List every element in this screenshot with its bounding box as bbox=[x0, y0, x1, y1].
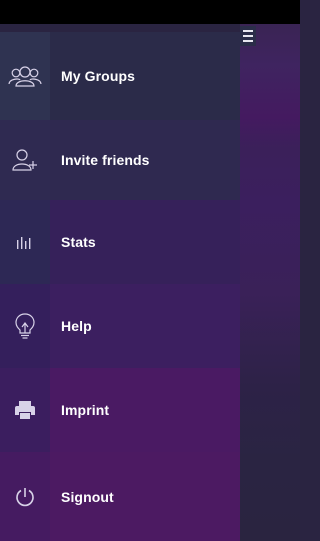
menu-item-label-cell: Imprint bbox=[50, 368, 240, 452]
bar-chart-icon bbox=[15, 234, 35, 250]
menu-item-my-groups[interactable]: My Groups bbox=[0, 32, 240, 120]
menu-item-label: Invite friends bbox=[61, 152, 150, 168]
menu-item-icon-cell bbox=[0, 32, 50, 120]
menu-item-label: Signout bbox=[61, 488, 114, 505]
menu-item-icon-cell bbox=[0, 368, 50, 452]
menu-item-signout[interactable]: Signout bbox=[0, 452, 240, 541]
menu-item-imprint[interactable]: Imprint bbox=[0, 368, 240, 452]
menu-item-icon-cell bbox=[0, 120, 50, 200]
menu-item-label-cell: Stats bbox=[50, 200, 240, 284]
menu-toggle-button[interactable] bbox=[240, 26, 256, 46]
hamburger-icon-bar bbox=[243, 30, 253, 32]
power-icon bbox=[14, 486, 36, 508]
menu-item-label-cell: Signout bbox=[50, 452, 240, 541]
menu-item-label: Imprint bbox=[61, 402, 110, 418]
lightbulb-icon bbox=[14, 312, 36, 340]
main-content-peek[interactable] bbox=[240, 24, 300, 541]
add-user-icon bbox=[11, 147, 39, 173]
menu-item-invite-friends[interactable]: Invite friends bbox=[0, 120, 240, 200]
menu-item-label-cell: My Groups bbox=[50, 32, 240, 120]
group-icon bbox=[8, 63, 42, 89]
menu-item-icon-cell bbox=[0, 284, 50, 368]
menu-item-label-cell: Help bbox=[50, 284, 240, 368]
menu-item-icon-cell bbox=[0, 200, 50, 284]
app-screen: My Groups Invite friends Stats Help Impr… bbox=[0, 0, 300, 541]
menu-item-label: Stats bbox=[61, 234, 96, 250]
menu-item-label-cell: Invite friends bbox=[50, 120, 240, 200]
menu-item-label: Help bbox=[61, 318, 92, 334]
hamburger-icon-bar bbox=[243, 40, 253, 42]
menu-item-icon-cell bbox=[0, 452, 50, 541]
printer-icon bbox=[14, 400, 36, 420]
menu-item-help[interactable]: Help bbox=[0, 284, 240, 368]
hamburger-icon-bar bbox=[243, 35, 253, 37]
menu-item-stats[interactable]: Stats bbox=[0, 200, 240, 284]
status-bar bbox=[0, 0, 300, 24]
side-menu: My Groups Invite friends Stats Help Impr… bbox=[0, 24, 240, 541]
menu-item-label: My Groups bbox=[61, 68, 136, 84]
